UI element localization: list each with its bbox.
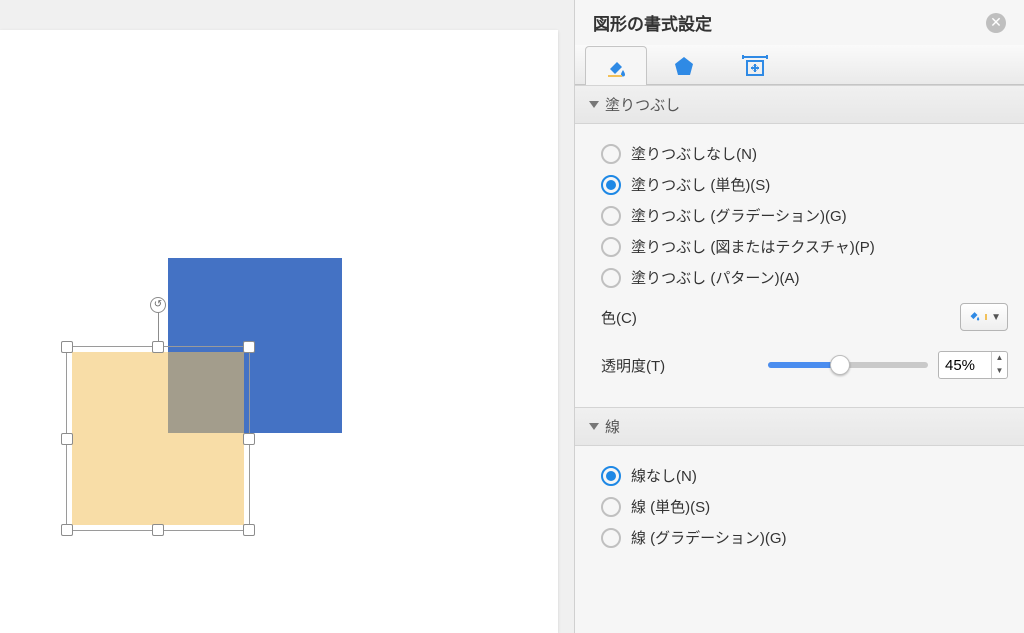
resize-handle-s[interactable] — [152, 524, 164, 536]
paint-bucket-icon — [967, 308, 981, 326]
tab-fill-and-line[interactable] — [585, 46, 647, 85]
rotation-handle[interactable]: ↺ — [150, 297, 166, 313]
fill-option-solid[interactable]: 塗りつぶし (単色)(S) — [601, 169, 1014, 200]
format-shape-panel: 図形の書式設定 ✕ — [574, 0, 1024, 633]
radio-icon — [601, 237, 621, 257]
slider-thumb[interactable] — [830, 355, 850, 375]
resize-handle-se[interactable] — [243, 524, 255, 536]
size-arrows-icon — [740, 54, 770, 78]
fill-color-label: 色(C) — [601, 307, 637, 328]
section-header-line[interactable]: 線 — [575, 407, 1024, 446]
radio-icon — [601, 268, 621, 288]
fill-option-label: 塗りつぶし (図またはテクスチャ)(P) — [631, 236, 875, 257]
panel-tabstrip — [575, 45, 1024, 85]
rotation-stem — [158, 309, 159, 342]
radio-icon — [601, 497, 621, 517]
fill-option-pattern[interactable]: 塗りつぶし (パターン)(A) — [601, 262, 1014, 293]
close-panel-button[interactable]: ✕ — [986, 13, 1006, 33]
radio-icon — [601, 206, 621, 226]
resize-handle-sw[interactable] — [61, 524, 73, 536]
opacity-slider[interactable] — [768, 362, 928, 368]
fill-option-picture[interactable]: 塗りつぶし (図またはテクスチャ)(P) — [601, 231, 1014, 262]
color-swatch — [985, 314, 987, 320]
section-body-fill: 塗りつぶしなし(N) 塗りつぶし (単色)(S) 塗りつぶし (グラデーション)… — [575, 124, 1024, 407]
shape-yellow-rect[interactable] — [72, 352, 244, 525]
line-option-solid[interactable]: 線 (単色)(S) — [601, 491, 1014, 522]
opacity-input[interactable] — [939, 352, 991, 378]
section-header-fill[interactable]: 塗りつぶし — [575, 85, 1024, 124]
radio-icon — [601, 144, 621, 164]
paint-bucket-icon — [604, 55, 628, 79]
tab-effects[interactable] — [653, 45, 715, 84]
line-option-gradient[interactable]: 線 (グラデーション)(G) — [601, 522, 1014, 553]
chevron-down-icon: ▼ — [991, 312, 1001, 323]
opacity-spinbox[interactable]: ▲ ▼ — [938, 351, 1008, 379]
stepper-up[interactable]: ▲ — [992, 352, 1007, 365]
panel-title: 図形の書式設定 — [593, 10, 712, 35]
line-option-label: 線 (グラデーション)(G) — [631, 527, 787, 548]
fill-option-label: 塗りつぶし (グラデーション)(G) — [631, 205, 847, 226]
radio-icon — [601, 528, 621, 548]
line-option-label: 線なし(N) — [631, 465, 697, 486]
canvas[interactable]: ↺ — [0, 30, 558, 633]
line-option-label: 線 (単色)(S) — [631, 496, 710, 517]
line-option-none[interactable]: 線なし(N) — [601, 460, 1014, 491]
stepper-down[interactable]: ▼ — [992, 365, 1007, 378]
radio-icon — [601, 175, 621, 195]
resize-handle-e[interactable] — [243, 433, 255, 445]
fill-option-gradient[interactable]: 塗りつぶし (グラデーション)(G) — [601, 200, 1014, 231]
tab-size-properties[interactable] — [721, 45, 789, 84]
section-title-fill: 塗りつぶし — [605, 94, 680, 115]
fill-option-label: 塗りつぶし (パターン)(A) — [631, 267, 800, 288]
chevron-down-icon — [589, 101, 599, 108]
fill-option-label: 塗りつぶしなし(N) — [631, 143, 757, 164]
section-body-line: 線なし(N) 線 (単色)(S) 線 (グラデーション)(G) — [575, 446, 1024, 571]
opacity-label: 透明度(T) — [601, 355, 665, 376]
section-title-line: 線 — [605, 416, 620, 437]
fill-color-dropdown[interactable]: ▼ — [960, 303, 1008, 331]
pentagon-icon — [672, 54, 696, 78]
fill-option-none[interactable]: 塗りつぶしなし(N) — [601, 138, 1014, 169]
chevron-down-icon — [589, 423, 599, 430]
radio-icon — [601, 466, 621, 486]
fill-option-label: 塗りつぶし (単色)(S) — [631, 174, 770, 195]
